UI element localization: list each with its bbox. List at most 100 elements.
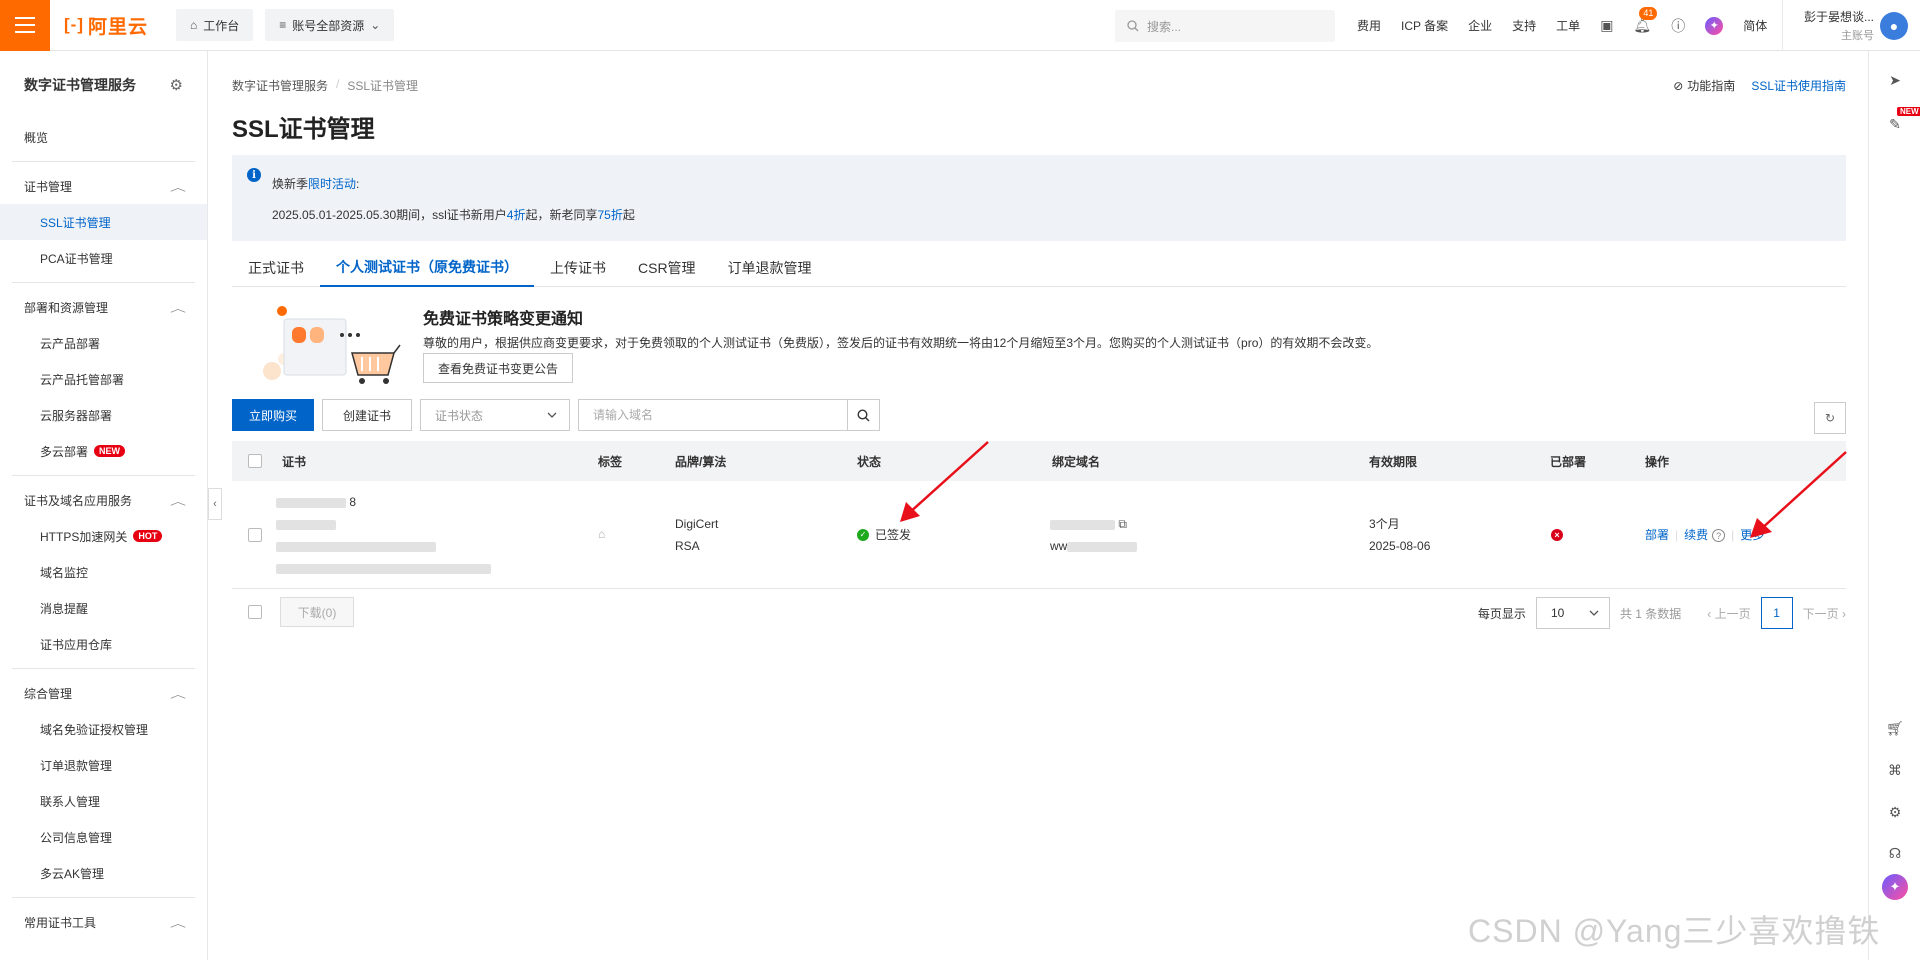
tag-icon[interactable]: ⌂ — [598, 523, 605, 545]
domain-search-input[interactable] — [578, 399, 848, 431]
renew-link[interactable]: 续费 — [1684, 528, 1708, 542]
sidebar-item-overview[interactable]: 概览 — [0, 119, 207, 155]
expire-date: 2025-08-06 — [1369, 539, 1431, 553]
assistant-icon[interactable]: ✦ — [1882, 874, 1908, 900]
search-icon — [1127, 20, 1139, 32]
user-info[interactable]: 彭于晏想谈... 主账号 — [1792, 8, 1874, 43]
sidebar-item-https-gateway[interactable]: HTTPS加速网关 HOT — [0, 518, 207, 554]
cart-icon[interactable]: 🛒︎ — [1886, 719, 1904, 737]
link-billing[interactable]: 费用 — [1357, 17, 1381, 34]
shop-illustration — [263, 306, 401, 384]
assistant-icon[interactable]: ✦ — [1705, 16, 1724, 35]
select-all-checkbox[interactable] — [248, 454, 262, 468]
cursor-icon[interactable]: ➤ — [1886, 71, 1904, 89]
language-switch[interactable]: 简体 — [1743, 17, 1767, 34]
sidebar-group-cert[interactable]: 证书管理 ︿ — [0, 168, 207, 204]
aliyun-logo[interactable]: [-] 阿里云 — [64, 12, 148, 39]
global-search[interactable]: 搜索... — [1115, 10, 1335, 42]
tab-refund[interactable]: 订单退款管理 — [712, 249, 828, 287]
sidebar-item-managed-deploy[interactable]: 云产品托管部署 — [0, 361, 207, 397]
divider: | — [1675, 528, 1679, 542]
row-checkbox[interactable] — [248, 528, 262, 542]
brand: DigiCert — [675, 517, 719, 531]
question-icon[interactable]: ? — [1712, 529, 1726, 543]
headset-icon[interactable]: ☊ — [1886, 844, 1904, 862]
sidebar-item-contacts[interactable]: 联系人管理 — [0, 783, 207, 819]
feature-guide-link[interactable]: ⊘ 功能指南 — [1673, 77, 1735, 94]
resources-dropdown[interactable]: ≡ 账号全部资源 ⌄ — [265, 9, 395, 41]
sidebar-item-multicloud[interactable]: 多云部署 NEW — [0, 433, 207, 469]
next-page-button[interactable]: 下一页 › — [1803, 605, 1846, 622]
sidebar-group-admin[interactable]: 综合管理 ︿ — [0, 675, 207, 711]
sidebar-item-pca[interactable]: PCA证书管理 — [0, 240, 207, 276]
breadcrumb-root[interactable]: 数字证书管理服务 — [232, 77, 328, 94]
deploy-link[interactable]: 部署 — [1645, 528, 1669, 542]
tab-formal[interactable]: 正式证书 — [232, 249, 320, 287]
sidebar-title: 数字证书管理服务 ⚙ — [0, 51, 207, 119]
promo-notice: i 焕新季限时活动: 2025.05.01-2025.05.30期间，ssl证书… — [232, 155, 1846, 241]
status-select-placeholder: 证书状态 — [435, 408, 484, 423]
refresh-button[interactable]: ↻ — [1814, 402, 1846, 434]
sidebar-item-server-deploy[interactable]: 云服务器部署 — [0, 397, 207, 433]
sidebar-item-company[interactable]: 公司信息管理 — [0, 819, 207, 855]
page-1-button[interactable]: 1 — [1760, 597, 1793, 629]
divider — [12, 475, 195, 476]
footer-checkbox[interactable] — [248, 605, 262, 619]
workbench-button[interactable]: ⌂ 工作台 — [176, 9, 254, 41]
view-announcement-button[interactable]: 查看免费证书变更公告 — [423, 353, 574, 383]
ssl-guide-link[interactable]: SSL证书使用指南 — [1751, 77, 1846, 94]
domain-cell: ⧉ ww — [1050, 513, 1138, 557]
bell-icon[interactable]: 🔔︎ 41 — [1633, 7, 1658, 34]
link-icp[interactable]: ICP 备案 — [1401, 17, 1448, 34]
sidebar-item-cert-repo[interactable]: 证书应用仓库 — [0, 626, 207, 662]
brand-algo: DigiCert RSA — [675, 513, 718, 557]
notice-text-a: 2025.05.01-2025.05.30期间，ssl证书新用户 — [272, 208, 507, 222]
edit-icon[interactable]: ✎ — [1886, 115, 1904, 133]
sidebar-group-deploy[interactable]: 部署和资源管理 ︿ — [0, 289, 207, 325]
download-button[interactable]: 下载(0) — [280, 597, 354, 627]
new-badge: NEW — [94, 445, 126, 457]
link-support[interactable]: 支持 — [1512, 17, 1536, 34]
create-cert-button[interactable]: 创建证书 — [322, 399, 412, 431]
buy-now-button[interactable]: 立即购买 — [232, 399, 314, 431]
redacted-text — [1067, 541, 1138, 552]
prev-page-button[interactable]: ‹ 上一页 — [1707, 605, 1750, 622]
sidebar-item-ssl[interactable]: SSL证书管理 — [0, 204, 207, 240]
tab-upload[interactable]: 上传证书 — [534, 249, 622, 287]
sidebar-collapse-handle[interactable]: ‹ — [208, 488, 222, 520]
tab-personal-test[interactable]: 个人测试证书（原免费证书） — [320, 249, 534, 287]
gear-icon[interactable]: ⚙ — [170, 76, 183, 94]
menu-icon[interactable] — [0, 0, 50, 51]
sidebar-group-domain[interactable]: 证书及域名应用服务 ︿ — [0, 482, 207, 518]
page-size-select[interactable]: 10 — [1535, 597, 1610, 629]
more-link[interactable]: 更多 — [1740, 528, 1764, 542]
sidebar-item-cloud-deploy[interactable]: 云产品部署 — [0, 325, 207, 361]
divider — [12, 282, 195, 283]
link-ticket[interactable]: 工单 — [1556, 17, 1580, 34]
sidebar-group-tools[interactable]: 常用证书工具 ︿ — [0, 904, 207, 940]
col-validity: 有效期限 — [1369, 454, 1418, 469]
sidebar-item-refund[interactable]: 订单退款管理 — [0, 747, 207, 783]
sidebar-group-label: 证书及域名应用服务 — [24, 493, 133, 508]
chevron-up-icon: ︿ — [170, 918, 186, 930]
help-icon[interactable]: ⓘ — [1671, 16, 1685, 36]
terminal-icon[interactable]: ▣ — [1600, 17, 1613, 34]
info-icon: i — [247, 168, 261, 182]
settings-icon[interactable]: ⚙ — [1886, 803, 1904, 821]
tool-icon[interactable]: ⌘ — [1886, 761, 1904, 779]
status-select[interactable]: 证书状态 — [420, 399, 570, 431]
next-label: 下一页 — [1802, 606, 1839, 621]
chevron-down-icon: ⌄ — [370, 18, 381, 32]
col-cert: 证书 — [282, 454, 307, 469]
tab-csr[interactable]: CSR管理 — [622, 249, 712, 287]
notice-text-e: 起 — [622, 208, 635, 222]
notice-link[interactable]: 限时活动 — [308, 177, 356, 191]
sidebar-item-domain-auth[interactable]: 域名免验证授权管理 — [0, 711, 207, 747]
sidebar-item-ak[interactable]: 多云AK管理 — [0, 855, 207, 891]
sidebar-item-domain-monitor[interactable]: 域名监控 — [0, 554, 207, 590]
sidebar-item-message[interactable]: 消息提醒 — [0, 590, 207, 626]
copy-icon[interactable]: ⧉ — [1118, 517, 1127, 531]
search-button[interactable] — [847, 399, 880, 431]
link-enterprise[interactable]: 企业 — [1468, 17, 1492, 34]
avatar[interactable]: ● — [1880, 12, 1908, 40]
